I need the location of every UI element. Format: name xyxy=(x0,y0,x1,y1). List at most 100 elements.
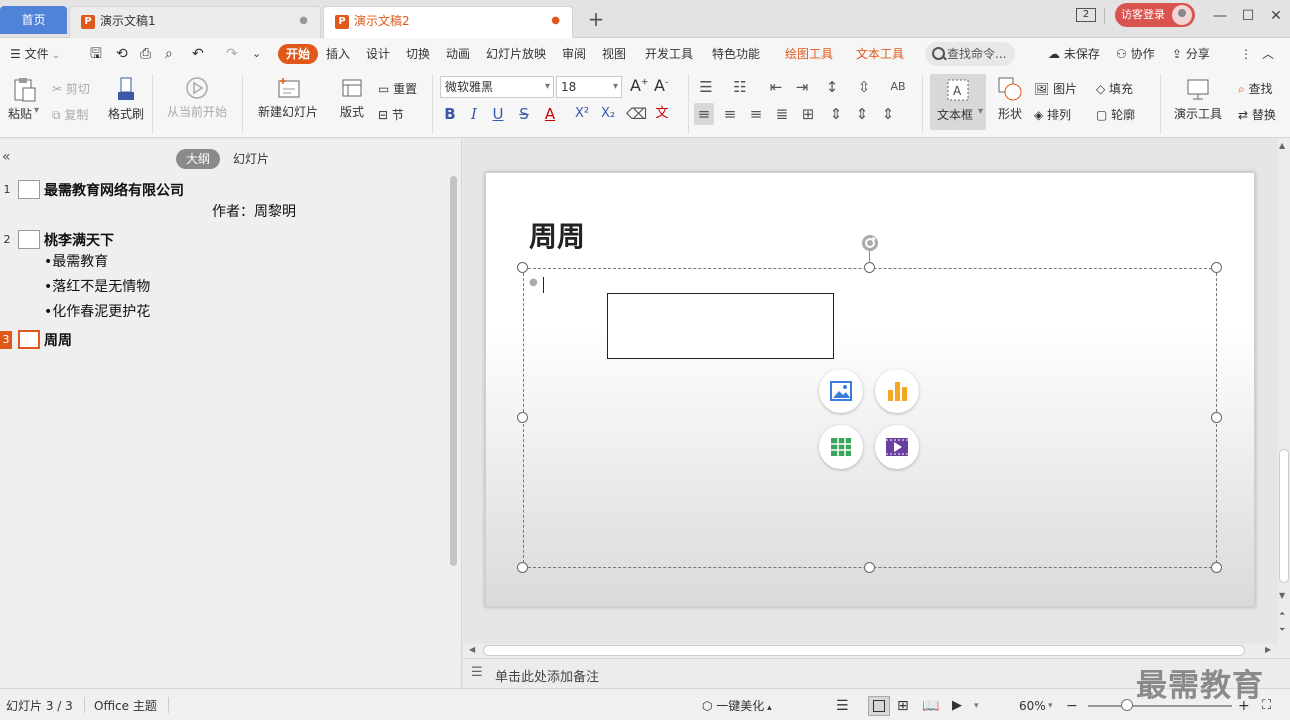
replace-button[interactable]: ⇄ 替换 xyxy=(1238,106,1276,123)
unsaved-status[interactable]: ☁ 未保存 xyxy=(1048,38,1100,70)
phonetic-icon[interactable]: 文 xyxy=(652,103,672,125)
play-from-current-button[interactable]: 从当前开始 xyxy=(160,76,234,132)
tab-close-dot[interactable]: ● xyxy=(299,7,308,35)
outline-bullet[interactable]: •最需教育 xyxy=(44,251,108,271)
presentation-tools-button[interactable]: 演示工具 xyxy=(1166,76,1230,132)
font-size-select[interactable]: 18 xyxy=(556,76,622,98)
menu-tab-features[interactable]: 特色功能 xyxy=(712,38,760,70)
slide-thumbnail[interactable] xyxy=(18,230,40,249)
notes-view-icon[interactable]: ☰ xyxy=(836,689,849,720)
line-spacing-icon[interactable]: ⇕ xyxy=(826,103,846,125)
new-tab-button[interactable]: + xyxy=(584,7,608,31)
text-direction-icon[interactable]: ↕ xyxy=(822,76,842,98)
section-button[interactable]: ⊟ 节 xyxy=(378,106,404,123)
close-icon[interactable]: ✕ xyxy=(1264,6,1288,26)
notes-placeholder[interactable]: 单击此处添加备注 xyxy=(495,666,599,685)
decrease-indent-icon[interactable]: ⇤ xyxy=(766,76,786,98)
cut-button[interactable]: ✂ 剪切 xyxy=(52,80,90,97)
collaborate-button[interactable]: ⚇ 协作 xyxy=(1116,38,1155,70)
theme-name[interactable]: Office 主题 xyxy=(94,689,157,720)
outline-button[interactable]: ▢ 轮廓 xyxy=(1096,106,1135,123)
zoom-slider[interactable] xyxy=(1088,705,1232,707)
align-left-icon[interactable]: ≡ xyxy=(694,103,714,125)
menu-tab-slideshow[interactable]: 幻灯片放映 xyxy=(486,38,546,70)
find-button[interactable]: ⌕ 查找 xyxy=(1238,80,1273,97)
insert-video-button[interactable] xyxy=(875,425,919,469)
slide-sorter-icon[interactable]: ⊞ xyxy=(897,689,909,720)
share-button[interactable]: ⇪ 分享 xyxy=(1172,38,1210,70)
outline-slide-title[interactable]: 周周 xyxy=(44,330,72,350)
insert-picture-button[interactable] xyxy=(819,369,863,413)
print-icon[interactable]: ⎙ xyxy=(140,38,151,70)
font-color-icon[interactable]: A xyxy=(540,103,560,125)
minimize-icon[interactable]: — xyxy=(1208,6,1232,26)
outline-bullet[interactable]: •化作春泥更护花 xyxy=(44,301,150,321)
zoom-level[interactable]: 60% xyxy=(1019,689,1046,720)
menu-tab-home[interactable]: 开始 xyxy=(278,44,319,64)
slide-thumbnail-selected[interactable] xyxy=(18,330,40,349)
insert-table-button[interactable] xyxy=(819,425,863,469)
clear-format-icon[interactable]: ⌫ xyxy=(626,103,647,125)
strikethrough-icon[interactable]: S xyxy=(514,103,534,125)
vertical-align-icon[interactable]: ⇳ xyxy=(854,76,874,98)
superscript-icon[interactable]: X² xyxy=(572,103,592,125)
layout-button[interactable]: 版式 xyxy=(332,76,372,132)
more-icon[interactable]: ⋮ xyxy=(1240,38,1252,70)
menu-tab-transition[interactable]: 切换 xyxy=(406,38,430,70)
increase-font-icon[interactable]: A+ xyxy=(630,76,649,95)
menu-tab-design[interactable]: 设计 xyxy=(366,38,390,70)
paragraph-settings-icon[interactable]: ⇕ xyxy=(878,103,898,125)
undo-icon[interactable]: ↶ xyxy=(192,38,204,70)
fill-button[interactable]: ◇ 填充 xyxy=(1096,80,1133,97)
tab-home[interactable]: 首页 xyxy=(0,6,67,34)
export-pdf-icon[interactable]: ⟲ xyxy=(116,38,128,70)
chevron-down-icon[interactable]: ▾ xyxy=(1048,689,1053,720)
play-slideshow-icon[interactable]: ▶ xyxy=(952,689,962,720)
reading-view-icon[interactable]: 📖 xyxy=(922,689,939,720)
justify-icon[interactable]: ≣ xyxy=(772,103,792,125)
resize-handle[interactable] xyxy=(864,562,875,573)
print-preview-icon[interactable]: ⌕ xyxy=(165,38,173,70)
tab-close-dot[interactable]: ● xyxy=(551,7,560,35)
italic-icon[interactable]: I xyxy=(464,103,484,125)
menu-tab-text-tools[interactable]: 文本工具 xyxy=(856,38,904,70)
window-count-badge[interactable]: 2 xyxy=(1076,8,1096,22)
slide-title[interactable]: 周周 xyxy=(529,215,585,255)
resize-handle[interactable] xyxy=(517,562,528,573)
decrease-font-icon[interactable]: A- xyxy=(654,76,668,95)
login-button[interactable]: 访客登录 xyxy=(1115,3,1195,27)
resize-handle[interactable] xyxy=(517,262,528,273)
normal-view-icon[interactable] xyxy=(868,696,890,716)
scroll-left-icon[interactable]: ◀ xyxy=(469,645,475,654)
new-slide-button[interactable]: 新建幻灯片 xyxy=(250,76,326,132)
paragraph-spacing-icon[interactable]: ⇕ xyxy=(852,103,872,125)
outline-scrollbar[interactable] xyxy=(450,176,457,566)
align-center-icon[interactable]: ≡ xyxy=(720,103,740,125)
redo-icon[interactable]: ↷ xyxy=(226,38,238,70)
tab-document-2[interactable]: P 演示文稿2 ● xyxy=(323,6,573,38)
slide-thumbnail[interactable] xyxy=(18,180,40,199)
next-slide-icon[interactable]: ⏷ xyxy=(1279,625,1285,635)
resize-handle[interactable] xyxy=(864,262,875,273)
maximize-icon[interactable]: ☐ xyxy=(1236,6,1260,26)
previous-slide-icon[interactable]: ⏶ xyxy=(1279,609,1285,619)
bold-icon[interactable]: B xyxy=(440,103,460,125)
resize-handle[interactable] xyxy=(517,412,528,423)
outline-bullet[interactable]: •落红不是无情物 xyxy=(44,276,150,296)
menu-tab-view[interactable]: 视图 xyxy=(602,38,626,70)
menu-tab-insert[interactable]: 插入 xyxy=(326,38,350,70)
align-right-icon[interactable]: ≡ xyxy=(746,103,766,125)
menu-tab-developer[interactable]: 开发工具 xyxy=(645,38,693,70)
file-menu[interactable]: ☰ 文件 ⌄ xyxy=(10,38,60,70)
menu-tab-animation[interactable]: 动画 xyxy=(446,38,470,70)
menu-tab-review[interactable]: 审阅 xyxy=(562,38,586,70)
text-columns-icon[interactable]: AB xyxy=(888,76,908,98)
text-box-button[interactable]: A 文本框 xyxy=(930,74,986,130)
tab-document-1[interactable]: P 演示文稿1 ● xyxy=(69,6,321,38)
outline-slide-title[interactable]: 桃李满天下 xyxy=(44,230,114,250)
underline-icon[interactable]: U xyxy=(488,103,508,125)
paste-button[interactable]: 粘贴 xyxy=(8,76,42,132)
insert-chart-button[interactable] xyxy=(875,369,919,413)
outline-text-line[interactable]: 作者：周黎明 xyxy=(212,201,296,221)
distribute-icon[interactable]: ⊞ xyxy=(798,103,818,125)
